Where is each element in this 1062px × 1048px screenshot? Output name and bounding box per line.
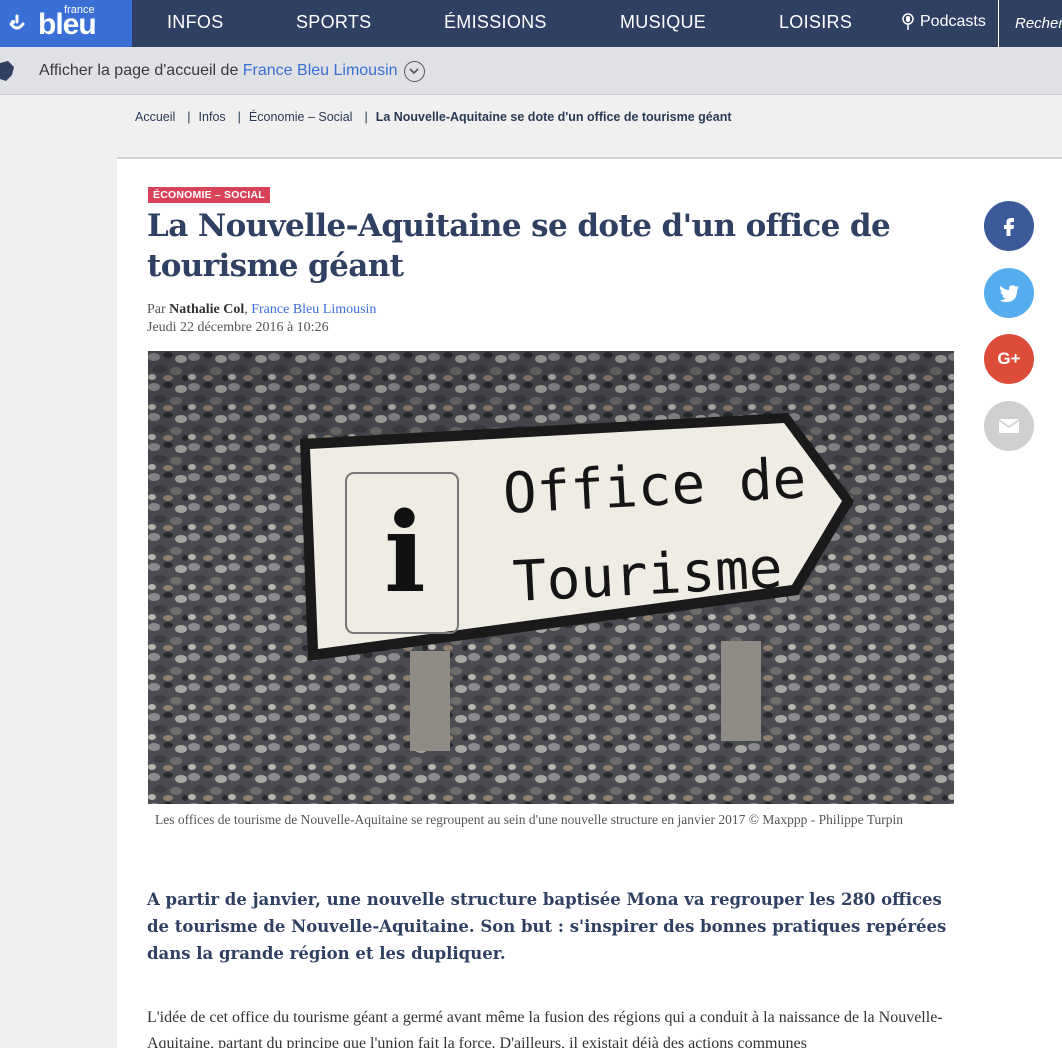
article-title: La Nouvelle-Aquitaine se dote d'un offic… bbox=[147, 208, 891, 284]
category-badge[interactable]: ÉCONOMIE – SOCIAL bbox=[148, 187, 270, 203]
local-station-bar[interactable]: Afficher la page d'accueil de France Ble… bbox=[0, 47, 1062, 95]
email-share-button[interactable] bbox=[984, 401, 1034, 451]
search-field[interactable]: Recher bbox=[998, 0, 1062, 47]
nav-item-infos[interactable]: INFOS bbox=[167, 12, 224, 33]
author-name: Nathalie Col bbox=[169, 302, 245, 317]
local-station-link[interactable]: France Bleu Limousin bbox=[243, 62, 398, 79]
nav-item-sports[interactable]: SPORTS bbox=[296, 12, 372, 33]
article-body: L'idée de cet office du tourisme géant a… bbox=[147, 1009, 943, 1048]
france-bleu-mark-icon bbox=[9, 14, 25, 30]
breadcrumb: Accueil | Infos | Économie – Social | La Nouve… bbox=[135, 110, 732, 124]
chevron-down-icon[interactable] bbox=[404, 61, 425, 82]
podcasts-label: Podcasts bbox=[920, 13, 986, 30]
google-plus-icon: G+ bbox=[997, 349, 1021, 368]
local-station-prefix: Afficher la page d'accueil de bbox=[39, 62, 243, 79]
microphone-icon bbox=[902, 13, 914, 30]
byline-prefix: Par bbox=[147, 302, 170, 317]
nav-item-emissions[interactable]: ÉMISSIONS bbox=[444, 12, 547, 33]
breadcrumb-home[interactable]: Accueil bbox=[135, 110, 175, 124]
publish-date: Jeudi 22 décembre 2016 à 10:26 bbox=[147, 320, 329, 335]
envelope-icon bbox=[998, 419, 1020, 433]
breadcrumb-infos[interactable]: Infos bbox=[199, 110, 226, 124]
breadcrumb-economie-social[interactable]: Économie – Social bbox=[249, 110, 353, 124]
article-lead: A partir de janvier, une nouvelle struct… bbox=[147, 890, 947, 963]
france-bleu-logo[interactable]: france bleu bbox=[0, 0, 132, 47]
author-station-link[interactable]: France Bleu Limousin bbox=[251, 302, 376, 317]
facebook-icon bbox=[1004, 218, 1014, 236]
main-menu: INFOS SPORTS ÉMISSIONS MUSIQUE LOISIRS P… bbox=[132, 0, 1062, 47]
byline: Par Nathalie Col, France Bleu Limousin bbox=[147, 302, 376, 318]
facebook-share-button[interactable] bbox=[984, 201, 1034, 251]
france-map-icon bbox=[0, 61, 14, 81]
google-plus-share-button[interactable]: G+ bbox=[984, 334, 1034, 384]
nav-item-podcasts[interactable]: Podcasts bbox=[900, 13, 986, 31]
photo-caption: Les offices de tourisme de Nouvelle-Aqui… bbox=[155, 812, 904, 827]
nav-item-loisirs[interactable]: LOISIRS bbox=[779, 12, 852, 33]
brand-big-text: bleu bbox=[38, 8, 97, 41]
article-photo: i Office de Tourisme bbox=[148, 351, 954, 804]
top-nav: france bleu INFOS SPORTS ÉMISSIONS MUSIQ… bbox=[0, 0, 1062, 47]
local-station-text: Afficher la page d'accueil de France Ble… bbox=[39, 62, 398, 80]
twitter-icon bbox=[999, 285, 1019, 302]
twitter-share-button[interactable] bbox=[984, 268, 1034, 318]
nav-item-musique[interactable]: MUSIQUE bbox=[620, 12, 706, 33]
sign-info-icon: i bbox=[384, 488, 426, 617]
breadcrumb-current: La Nouvelle-Aquitaine se dote d'un offic… bbox=[375, 110, 732, 124]
